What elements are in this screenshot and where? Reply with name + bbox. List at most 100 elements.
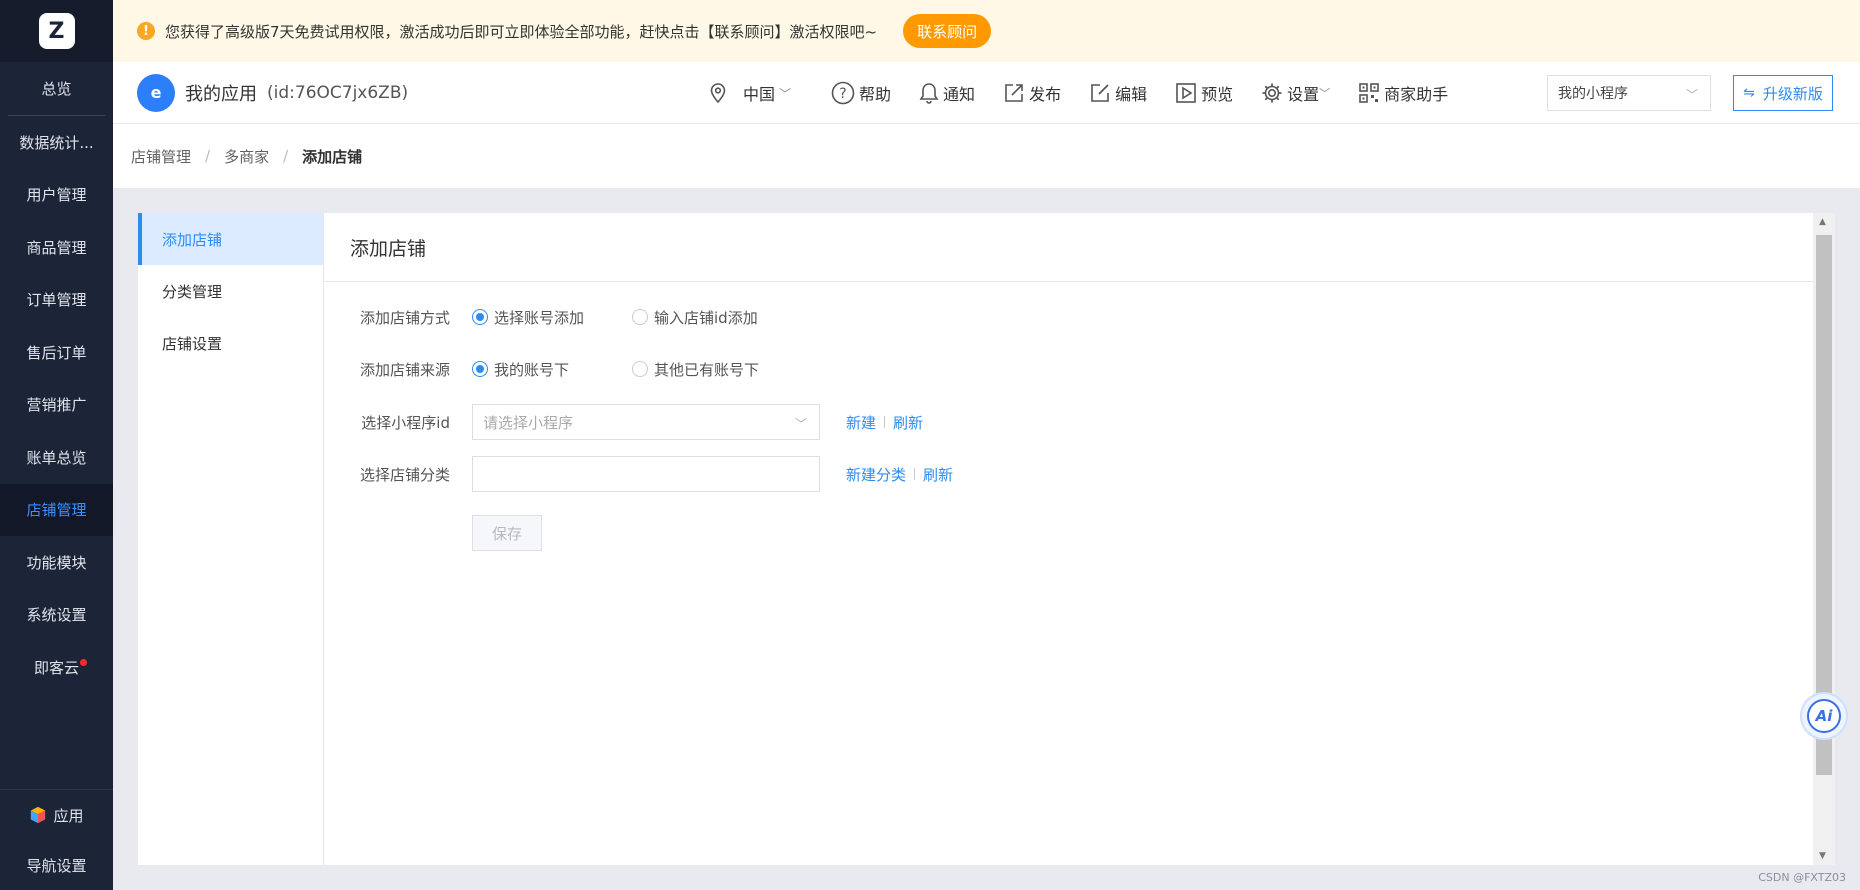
- sidebar-item-label: 营销推广: [26, 396, 87, 415]
- radio-input-store-id[interactable]: 输入店铺id添加: [632, 307, 758, 328]
- chevron-down-icon: ﹀: [1319, 87, 1331, 100]
- new-miniprogram-link[interactable]: 新建: [846, 412, 876, 433]
- add-source-row: 添加店铺来源 我的账号下 其他已有账号下: [324, 351, 759, 387]
- sidebar-item-label: 应用: [53, 806, 84, 825]
- sidebar-item-nav-settings[interactable]: 导航设置: [0, 840, 113, 890]
- breadcrumb-item[interactable]: 多商家: [224, 146, 269, 167]
- banner-text: 您获得了高级版7天免费试用权限，激活成功后即可立即体验全部功能，赶快点击【联系顾…: [165, 22, 878, 41]
- miniprogram-row: 选择小程序id 请选择小程序 ﹀ 新建 刷新: [324, 404, 923, 440]
- save-button[interactable]: 保存: [472, 515, 542, 551]
- sidebar-item-label: 数据统计...: [19, 133, 94, 152]
- sidebar-item-orders[interactable]: 订单管理: [0, 274, 113, 327]
- merchant-assistant-label: 商家助手: [1384, 85, 1449, 104]
- svg-text:?: ?: [839, 86, 846, 102]
- category-row: 选择店铺分类 新建分类 刷新: [324, 456, 953, 492]
- sidebar-item-label: 账单总览: [26, 448, 87, 467]
- upgrade-label: 升级新版: [1762, 84, 1823, 103]
- region-selector[interactable]: 中国 ﹀: [709, 81, 791, 105]
- link-divider: [884, 416, 886, 428]
- breadcrumb-item[interactable]: 店铺管理: [131, 146, 191, 167]
- logo-icon: Z: [38, 13, 75, 49]
- upgrade-button[interactable]: ⇋ 升级新版: [1733, 75, 1833, 111]
- notify-button[interactable]: 通知: [919, 81, 975, 105]
- sidebar-item-billing[interactable]: 账单总览: [0, 431, 113, 484]
- miniprogram-select-value: 我的小程序: [1558, 86, 1628, 102]
- help-button[interactable]: ? 帮助: [831, 81, 891, 105]
- app-name: 我的应用: [185, 83, 257, 105]
- form-label: 添加店铺来源: [359, 360, 450, 379]
- bell-icon: [919, 83, 939, 104]
- top-header: e 我的应用 (id:76OC7jx6ZB) 中国 ﹀ ? 帮助 通知 发布 编…: [113, 62, 1860, 124]
- preview-button[interactable]: 预览: [1175, 81, 1233, 105]
- radio-other-account[interactable]: 其他已有账号下: [632, 359, 759, 380]
- vertical-scrollbar[interactable]: ▲ ▼: [1813, 213, 1835, 865]
- store-subnav: 添加店铺 分类管理 店铺设置: [138, 213, 324, 865]
- radio-label: 其他已有账号下: [654, 360, 760, 379]
- radio-circle: [632, 361, 648, 377]
- chevron-down-icon: ﹀: [779, 86, 792, 101]
- scroll-down-icon[interactable]: ▼: [1819, 851, 1826, 861]
- edit-icon: [1091, 84, 1109, 102]
- subnav-item-add-store[interactable]: 添加店铺: [138, 213, 323, 265]
- swap-icon: ⇋: [1743, 85, 1755, 101]
- refresh-miniprogram-link[interactable]: 刷新: [893, 412, 923, 433]
- radio-my-account[interactable]: 我的账号下: [472, 359, 584, 380]
- content-panel: 添加店铺 分类管理 店铺设置 添加店铺 添加店铺方式 选择账号添加 输入店铺id…: [138, 213, 1835, 865]
- edit-button[interactable]: 编辑: [1089, 81, 1147, 105]
- form-title: 添加店铺: [324, 213, 1813, 282]
- app-avatar[interactable]: e: [137, 73, 175, 112]
- publish-button[interactable]: 发布: [1003, 81, 1061, 105]
- miniprogram-select[interactable]: 我的小程序 ﹀: [1547, 75, 1711, 111]
- sidebar-item-overview[interactable]: 总览: [0, 62, 113, 115]
- ai-assistant-button[interactable]: Ai: [1800, 692, 1848, 740]
- sidebar-item-apps[interactable]: 应用: [0, 790, 113, 840]
- settings-dropdown[interactable]: 设置 ﹀: [1261, 81, 1330, 105]
- app-id: (id:76OC7jx6ZB): [267, 82, 409, 103]
- scroll-up-icon[interactable]: ▲: [1819, 217, 1826, 227]
- sidebar-item-label: 用户管理: [26, 186, 87, 205]
- sidebar-item-system-settings[interactable]: 系统设置: [0, 589, 113, 642]
- breadcrumb-separator: /: [283, 147, 289, 165]
- cube-icon: [31, 806, 46, 824]
- subnav-item-store-settings[interactable]: 店铺设置: [138, 317, 323, 369]
- sidebar-item-label: 即客云: [33, 658, 79, 677]
- left-sidebar: Z 总览 数据统计... 用户管理 商品管理 订单管理 售后订单 营销推广 账单…: [0, 0, 113, 890]
- radio-label: 我的账号下: [494, 360, 570, 379]
- radio-select-account[interactable]: 选择账号添加: [472, 307, 584, 328]
- edit-label: 编辑: [1115, 85, 1148, 104]
- merchant-assistant-button[interactable]: 商家助手: [1358, 81, 1448, 105]
- sidebar-item-users[interactable]: 用户管理: [0, 169, 113, 222]
- sidebar-item-stores[interactable]: 店铺管理: [0, 483, 113, 536]
- breadcrumb-separator: /: [205, 147, 211, 165]
- app-logo[interactable]: Z: [0, 0, 113, 62]
- sidebar-item-products[interactable]: 商品管理: [0, 221, 113, 274]
- notify-label: 通知: [943, 85, 976, 104]
- contact-advisor-button[interactable]: 联系顾问: [903, 14, 992, 48]
- new-category-link[interactable]: 新建分类: [846, 464, 906, 485]
- refresh-category-link[interactable]: 刷新: [923, 464, 953, 485]
- subnav-item-categories[interactable]: 分类管理: [138, 265, 323, 317]
- warning-icon: !: [137, 22, 155, 40]
- trial-banner: ! 您获得了高级版7天免费试用权限，激活成功后即可立即体验全部功能，赶快点击【联…: [113, 0, 1860, 62]
- notification-dot: [80, 659, 87, 666]
- link-divider: [914, 468, 916, 480]
- qr-code-icon: [1359, 83, 1379, 103]
- breadcrumb: 店铺管理 / 多商家 / 添加店铺: [113, 124, 1860, 188]
- help-label: 帮助: [859, 85, 892, 104]
- play-icon: [1176, 83, 1196, 103]
- add-method-row: 添加店铺方式 选择账号添加 输入店铺id添加: [324, 299, 758, 335]
- sidebar-bottom: 应用 导航设置: [0, 789, 113, 890]
- miniprogram-id-select[interactable]: 请选择小程序 ﹀: [472, 404, 820, 440]
- radio-circle: [472, 361, 488, 377]
- radio-circle: [632, 309, 648, 325]
- sidebar-item-statistics[interactable]: 数据统计...: [0, 116, 113, 169]
- sidebar-item-modules[interactable]: 功能模块: [0, 536, 113, 589]
- sidebar-item-jikeyun[interactable]: 即客云: [0, 641, 113, 694]
- sidebar-item-label: 订单管理: [26, 291, 87, 310]
- sidebar-item-label: 商品管理: [26, 238, 87, 257]
- sidebar-item-marketing[interactable]: 营销推广: [0, 379, 113, 432]
- sidebar-item-aftersale[interactable]: 售后订单: [0, 326, 113, 379]
- watermark: CSDN @FXTZ03: [1758, 871, 1846, 884]
- store-category-input[interactable]: [472, 456, 820, 492]
- form-label: 选择店铺分类: [359, 465, 450, 484]
